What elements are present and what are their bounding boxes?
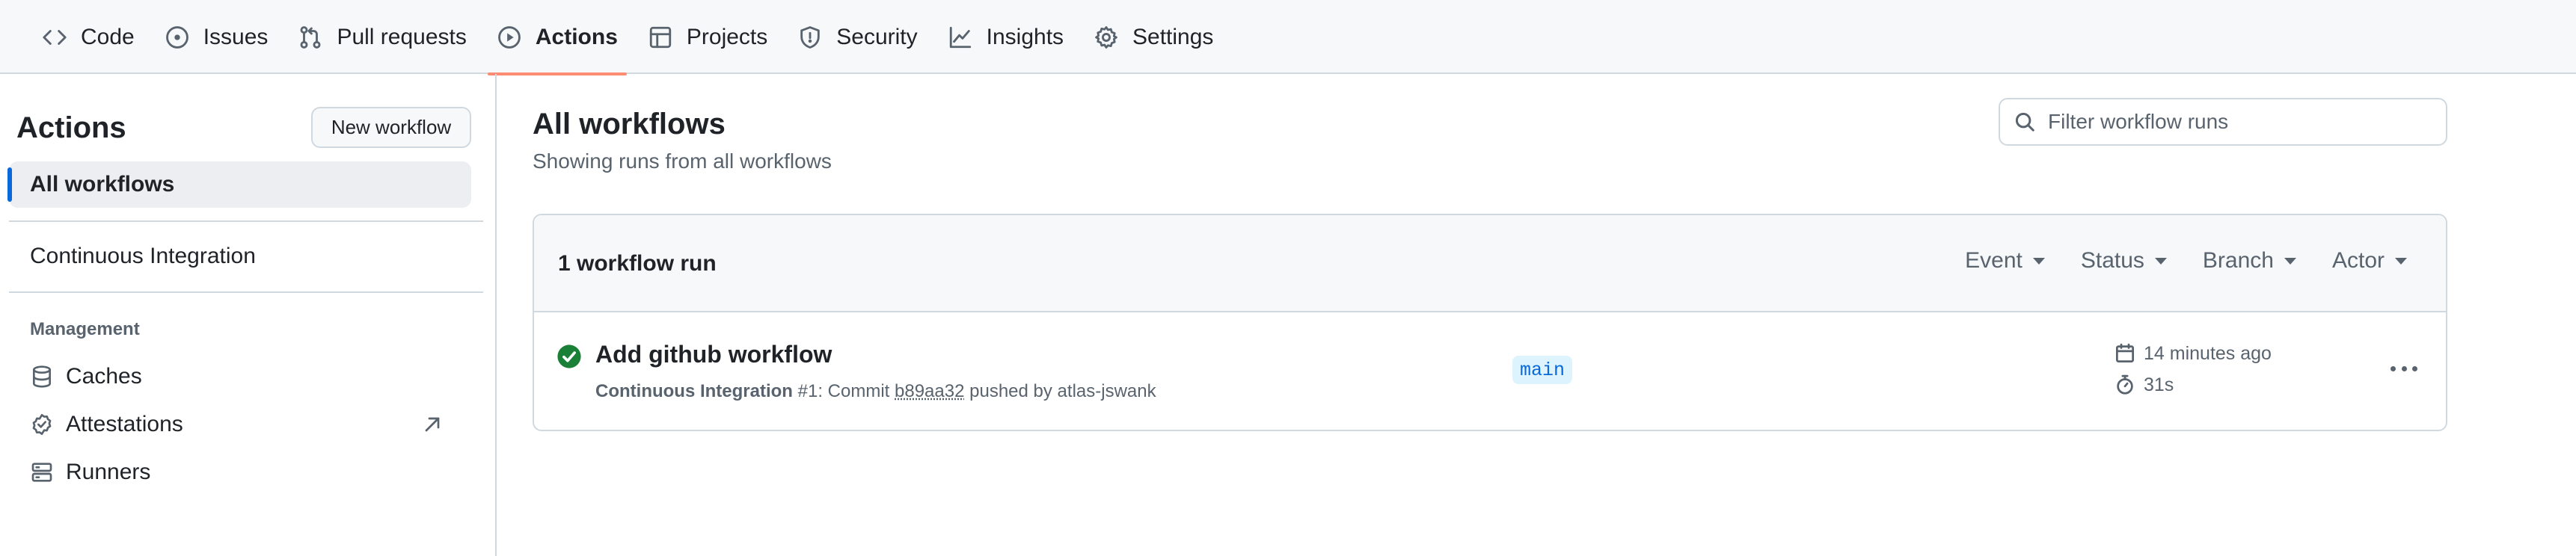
event-filter-dropdown[interactable]: Event [1965, 248, 2045, 274]
shield-icon [800, 25, 821, 49]
graph-icon [949, 26, 971, 48]
page-subtitle: Showing runs from all workflows [533, 149, 832, 173]
new-workflow-button[interactable]: New workflow [311, 107, 471, 148]
search-icon [2015, 112, 2034, 132]
tab-actions[interactable]: Actions [482, 0, 633, 75]
triangle-down-icon [2032, 257, 2045, 265]
stopwatch-icon [2117, 374, 2133, 395]
tab-insights[interactable]: Insights [933, 0, 1079, 74]
sidebar-title: Actions [16, 111, 126, 144]
run-number: #1 [797, 381, 818, 401]
runs-list-header: 1 workflow run Event Status Branch Actor [534, 215, 2446, 312]
issue-opened-icon [165, 25, 188, 49]
gear-icon [1095, 25, 1117, 49]
sidebar-item-all-workflows[interactable]: All workflows [7, 161, 471, 208]
sidebar-item-caches[interactable]: Caches [9, 354, 471, 399]
actor-filter-dropdown[interactable]: Actor [2332, 248, 2407, 274]
tab-label: Insights [986, 24, 1064, 49]
dot [2412, 365, 2417, 371]
kebab-horizontal-icon[interactable] [2388, 356, 2420, 381]
dot [2391, 365, 2396, 371]
git-pull-request-icon [300, 25, 321, 49]
actions-sidebar: Actions New workflow All workflows Conti… [0, 74, 497, 556]
tab-code[interactable]: Code [27, 0, 150, 74]
management-heading: Management [30, 319, 140, 339]
dot [2401, 365, 2407, 371]
dropdown-label: Status [2080, 248, 2144, 273]
sidebar-divider [9, 220, 483, 222]
server-icon [31, 463, 52, 482]
search-input[interactable] [2048, 110, 2437, 134]
run-title-link[interactable]: Add github workflow [595, 341, 832, 368]
sidebar-item-attestations[interactable]: Attestations [9, 402, 471, 447]
triangle-down-icon [2284, 257, 2296, 265]
tab-label: Projects [686, 24, 768, 49]
status-filter-dropdown[interactable]: Status [2081, 248, 2167, 274]
sidebar-item-label: Continuous Integration [30, 244, 256, 268]
filter-workflow-runs[interactable] [1999, 98, 2447, 146]
commit-sha-link[interactable]: b89aa32 [895, 381, 964, 401]
page-title: All workflows [533, 108, 726, 140]
dropdown-label: Actor [2331, 248, 2385, 273]
commit-prefix: : Commit [818, 381, 890, 401]
database-icon [33, 365, 51, 388]
sidebar-item-runners[interactable]: Runners [9, 450, 471, 495]
run-meta: Continuous Integration #1: Commit b89aa3… [595, 381, 1156, 402]
sidebar-item-continuous-integration[interactable]: Continuous Integration [9, 234, 471, 279]
table-icon [649, 26, 672, 48]
tab-label: Issues [203, 24, 269, 49]
run-time-ago: 14 minutes ago [2114, 342, 2272, 365]
pushed-by-text: pushed by atlas-jswank [969, 381, 1156, 401]
link-external-icon [425, 417, 440, 432]
code-icon [43, 29, 67, 45]
tab-label: Actions [535, 24, 618, 49]
play-icon [498, 25, 521, 49]
run-filters: Event Status Branch Actor [1965, 248, 2407, 274]
dropdown-label: Branch [2202, 248, 2274, 273]
tab-pull-requests[interactable]: Pull requests [283, 0, 481, 74]
tab-security[interactable]: Security [782, 0, 932, 74]
run-count: 1 workflow run [558, 251, 717, 276]
workflow-runs-list: 1 workflow run Event Status Branch Actor [533, 214, 2447, 431]
branch-filter-dropdown[interactable]: Branch [2203, 248, 2296, 274]
workflow-run-row[interactable]: Add github workflow Continuous Integrati… [534, 312, 2446, 430]
sidebar-divider [9, 291, 483, 293]
calendar-icon [2116, 343, 2134, 362]
branch-badge[interactable]: main [1512, 356, 1573, 384]
tab-label: Pull requests [337, 24, 467, 49]
sidebar-item-label: Runners [66, 460, 151, 484]
check-circle-fill-icon [557, 345, 581, 368]
tab-label: Code [81, 24, 135, 49]
tab-issues[interactable]: Issues [150, 0, 283, 74]
duration-text: 31s [2144, 374, 2174, 395]
repo-nav: Code Issues Pull requests Actions Projec… [0, 0, 2576, 75]
tab-label: Settings [1132, 24, 1214, 49]
sidebar-item-label: Caches [66, 364, 142, 389]
sidebar-item-label: Attestations [66, 412, 183, 436]
verified-icon [32, 414, 52, 435]
triangle-down-icon [2395, 257, 2407, 265]
run-duration: 31s [2114, 374, 2174, 396]
run-workflow-name: Continuous Integration [595, 381, 793, 401]
tab-projects[interactable]: Projects [633, 0, 782, 74]
time-ago-text: 14 minutes ago [2144, 342, 2272, 364]
tab-settings[interactable]: Settings [1079, 0, 1228, 74]
sidebar-item-label: All workflows [30, 172, 175, 197]
triangle-down-icon [2154, 257, 2167, 265]
dropdown-label: Event [1965, 248, 2023, 273]
tab-label: Security [836, 24, 918, 49]
